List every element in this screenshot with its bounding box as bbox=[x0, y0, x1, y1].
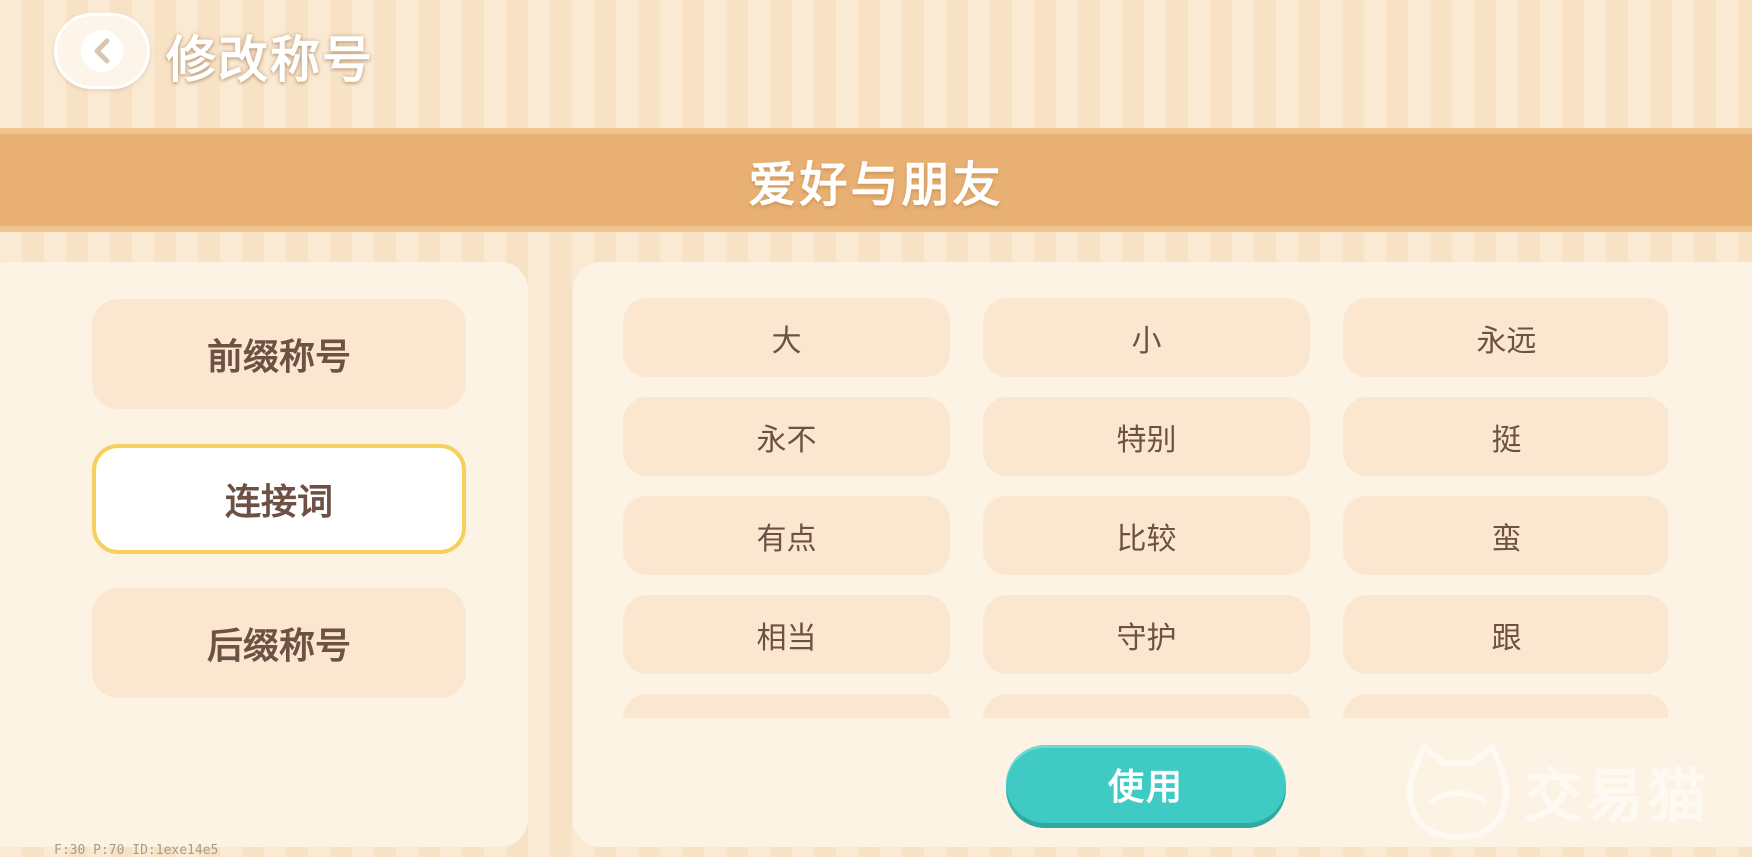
word-option[interactable]: 永不 bbox=[623, 397, 950, 476]
back-icon-circle bbox=[81, 30, 123, 72]
word-option[interactable]: 蛮 bbox=[1343, 496, 1668, 575]
back-button[interactable] bbox=[54, 13, 150, 89]
word-grid: 大 小 永远 永不 特别 挺 有点 比较 蛮 相当 守护 跟 bbox=[623, 298, 1668, 718]
word-option[interactable]: 有点 bbox=[623, 496, 950, 575]
word-option[interactable]: 守护 bbox=[983, 595, 1310, 674]
word-option[interactable] bbox=[983, 694, 1310, 718]
watermark: 交易猫 bbox=[1402, 735, 1710, 847]
word-option[interactable]: 小 bbox=[983, 298, 1310, 377]
chevron-left-icon bbox=[94, 38, 110, 64]
page-title: 修改称号 bbox=[166, 31, 374, 89]
word-option[interactable] bbox=[623, 694, 950, 718]
word-option[interactable]: 特别 bbox=[983, 397, 1310, 476]
word-option[interactable]: 跟 bbox=[1343, 595, 1668, 674]
word-option[interactable]: 挺 bbox=[1343, 397, 1668, 476]
tab-panel: 前缀称号 连接词 后缀称号 bbox=[0, 262, 528, 847]
category-banner: 爱好与朋友 bbox=[0, 128, 1752, 232]
word-option[interactable]: 永远 bbox=[1343, 298, 1668, 377]
category-title: 爱好与朋友 bbox=[748, 157, 1004, 213]
word-option[interactable]: 比较 bbox=[983, 496, 1310, 575]
watermark-text: 交易猫 bbox=[1524, 762, 1711, 830]
debug-info: F:30 P:70 ID:1exe14e5 bbox=[54, 843, 219, 857]
use-button[interactable]: 使用 bbox=[1006, 745, 1286, 823]
word-list-scroll[interactable]: 大 小 永远 永不 特别 挺 有点 比较 蛮 相当 守护 跟 bbox=[623, 298, 1668, 718]
tab-prefix-title[interactable]: 前缀称号 bbox=[92, 299, 466, 409]
tab-connector-word[interactable]: 连接词 bbox=[92, 444, 466, 554]
word-option[interactable]: 相当 bbox=[623, 595, 950, 674]
word-option[interactable]: 大 bbox=[623, 298, 950, 377]
cat-logo-icon bbox=[1407, 744, 1509, 840]
tab-suffix-title[interactable]: 后缀称号 bbox=[92, 588, 466, 698]
word-option[interactable] bbox=[1343, 694, 1668, 718]
